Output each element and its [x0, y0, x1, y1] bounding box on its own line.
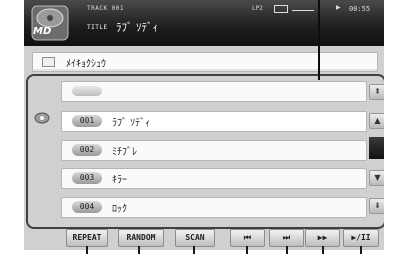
track-label: TRACK 001: [87, 5, 125, 12]
callout-tick: [193, 246, 195, 254]
title-value: ﾗﾌﾞ ｿﾃﾞｨ: [116, 21, 158, 34]
callout-tick: [86, 246, 88, 254]
callout-tick: [246, 246, 248, 254]
repeat-button[interactable]: REPEAT: [66, 229, 108, 247]
disc-selected-icon: [34, 112, 50, 124]
logo-md-text: MD: [33, 26, 52, 37]
down-arrow-icon[interactable]: ▼: [369, 170, 384, 186]
track-number-pill: [72, 86, 102, 96]
elapsed-time: 00:55: [349, 5, 371, 13]
random-button[interactable]: RANDOM: [118, 229, 164, 247]
track-name: ﾐﾁﾌﾞﾚ: [112, 147, 137, 158]
page-up-icon[interactable]: ⇞: [369, 84, 384, 100]
track-number: 001: [72, 115, 102, 127]
page-down-icon[interactable]: ⇟: [369, 198, 384, 214]
callout-tick: [138, 246, 140, 254]
up-arrow-icon[interactable]: ▲: [369, 113, 384, 129]
callout-tick: [322, 246, 324, 254]
title-label: TITLE: [87, 24, 108, 31]
lp-mode-label: LP2: [252, 5, 263, 12]
track-list-row-blank[interactable]: [61, 81, 367, 102]
folder-icon: [42, 57, 55, 67]
fast-forward-button[interactable]: ▶▶: [305, 229, 340, 247]
play-indicator-icon: ▶: [336, 4, 341, 11]
next-track-button[interactable]: ⏭: [269, 229, 304, 247]
track-name: ﾛｯｸ: [112, 204, 127, 215]
play-pause-button[interactable]: ▶/II: [343, 229, 379, 247]
track-list-row[interactable]: 002 ﾐﾁﾌﾞﾚ: [61, 140, 367, 161]
prev-track-button[interactable]: ⏮: [230, 229, 265, 247]
track-list-row[interactable]: 001 ﾗﾌﾞ ｿﾃﾞｨ: [61, 111, 367, 132]
callout-tick: [286, 246, 288, 254]
md-player-screen: MD TRACK 001 TITLE ﾗﾌﾞ ｿﾃﾞｨ LP2 ▶ 00:55 …: [24, 0, 384, 250]
track-list-row[interactable]: 003 ｷﾗｰ: [61, 168, 367, 189]
header-bar: MD TRACK 001 TITLE ﾗﾌﾞ ｿﾃﾞｨ LP2 ▶ 00:55: [24, 0, 384, 46]
track-number: 004: [72, 201, 102, 213]
scrollbar-thumb[interactable]: [369, 137, 384, 159]
callout-tick: [360, 246, 362, 254]
track-number: 003: [72, 172, 102, 184]
track-name: ｷﾗｰ: [112, 175, 127, 186]
track-name: ﾗﾌﾞ ｿﾃﾞｨ: [112, 118, 151, 129]
folder-row[interactable]: ﾒｲｷｮｸｼｭｳ: [32, 52, 378, 72]
status-indicator-icon: [274, 5, 288, 13]
track-number: 002: [72, 144, 102, 156]
folder-name: ﾒｲｷｮｸｼｭｳ: [66, 59, 106, 70]
battery-icon: [292, 6, 314, 11]
track-list-row[interactable]: 004 ﾛｯｸ: [61, 197, 367, 218]
callout-line: [318, 0, 320, 80]
scan-button[interactable]: SCAN: [175, 229, 215, 247]
